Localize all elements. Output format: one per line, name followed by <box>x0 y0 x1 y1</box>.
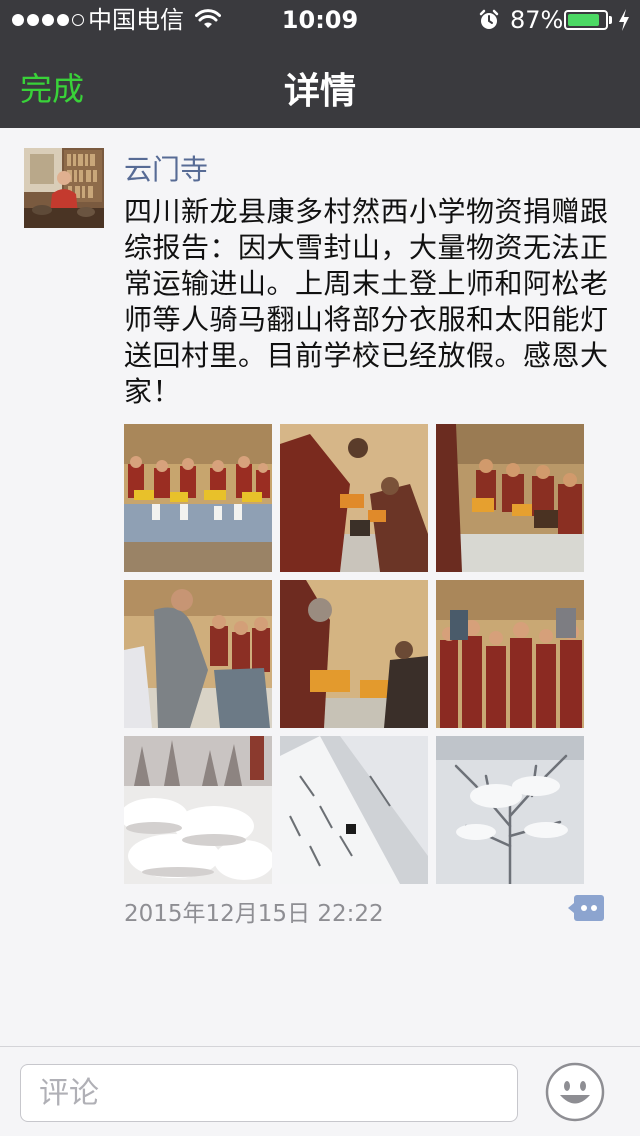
comment-input[interactable] <box>20 1064 518 1122</box>
top-bar: 中国电信 10:09 87% 完成 详情 <box>0 0 640 128</box>
navigation-bar: 完成 详情 <box>0 40 640 128</box>
photo-grid <box>124 424 584 884</box>
comment-action-icon[interactable] <box>568 893 606 923</box>
battery-percent: 87% <box>510 6 564 34</box>
photo-thumbnail[interactable] <box>436 736 584 884</box>
author-avatar[interactable] <box>24 148 104 228</box>
photo-thumbnail[interactable] <box>436 580 584 728</box>
battery-icon <box>564 10 608 30</box>
post-text: 四川新龙县康多村然西小学物资捐赠跟综报告：因大雪封山，大量物资无法正常运输进山。… <box>124 195 609 408</box>
post-timestamp: 2015年12月15日 22:22 <box>124 901 384 927</box>
photo-thumbnail[interactable] <box>124 424 272 572</box>
battery-tip <box>609 16 612 24</box>
comment-bar <box>0 1046 640 1136</box>
charging-icon <box>619 9 629 31</box>
photo-thumbnail[interactable] <box>436 424 584 572</box>
photo-thumbnail[interactable] <box>124 736 272 884</box>
moments-detail-screen: 中国电信 10:09 87% 完成 详情 云门寺 四川新龙县康多村然西小学物资捐… <box>0 0 640 1136</box>
battery-level-fill <box>568 14 600 26</box>
photo-thumbnail[interactable] <box>280 580 428 728</box>
emoji-icon[interactable] <box>545 1062 605 1122</box>
photo-thumbnail[interactable] <box>280 736 428 884</box>
status-bar: 中国电信 10:09 87% <box>0 0 640 40</box>
alarm-icon <box>479 9 499 29</box>
photo-thumbnail[interactable] <box>280 424 428 572</box>
author-name-link[interactable]: 云门寺 <box>124 148 208 188</box>
page-title: 详情 <box>283 71 356 112</box>
photo-thumbnail[interactable] <box>124 580 272 728</box>
